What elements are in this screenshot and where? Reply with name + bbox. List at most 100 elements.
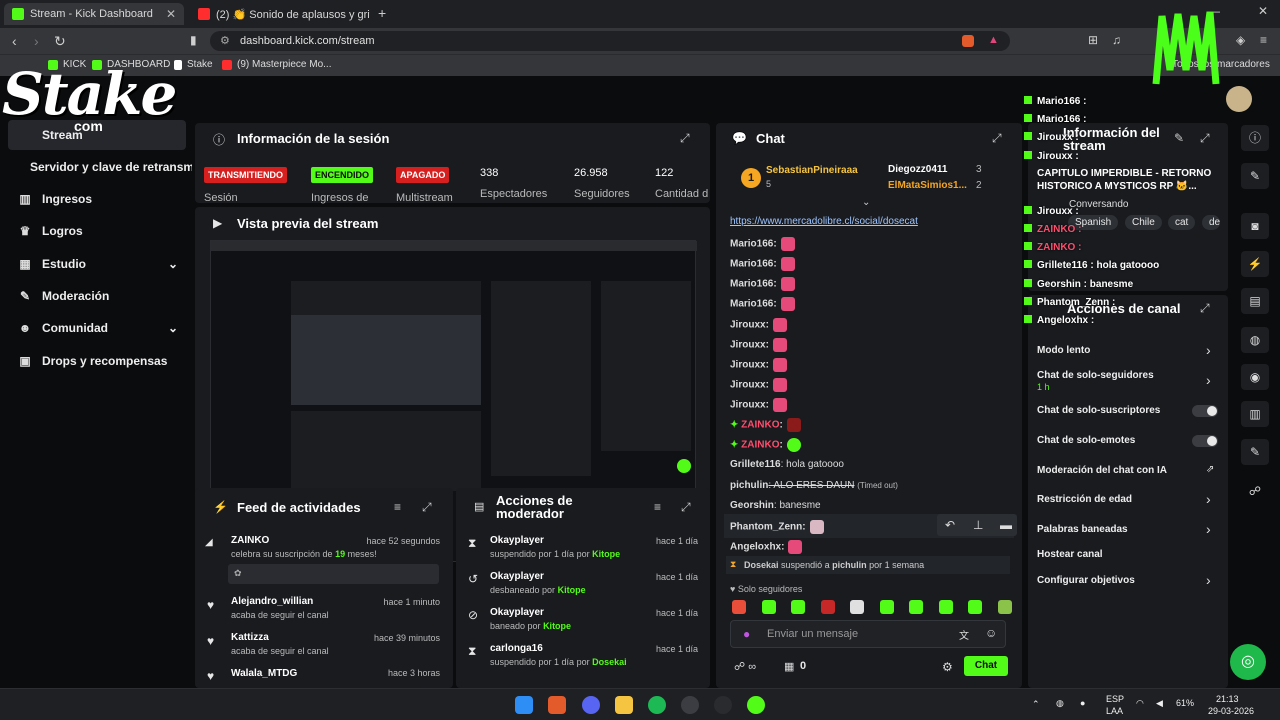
wrench-rail-icon[interactable]: ✎ — [1241, 439, 1269, 465]
wifi-icon[interactable]: ◠ — [1136, 698, 1144, 709]
chat-username[interactable]: ZAINKO — [741, 440, 779, 451]
chat-username[interactable]: Jirouxx — [730, 360, 766, 371]
close-window-button[interactable]: ✕ — [1258, 4, 1268, 18]
host-channel-option[interactable]: Hostear canal — [1037, 549, 1103, 560]
reply-icon[interactable]: ↶ — [945, 518, 955, 532]
community-icon[interactable]: ☍ ∞ — [734, 660, 756, 673]
chat-username[interactable]: Jirouxx — [730, 340, 766, 351]
mod-notice-target[interactable]: pichulin — [832, 560, 867, 570]
extensions-icon[interactable]: ⊞ — [1088, 33, 1098, 47]
chat-username[interactable]: Jirouxx — [730, 380, 766, 391]
tag-chip[interactable]: cat — [1168, 215, 1196, 230]
emoji-icon[interactable]: ☺ — [985, 626, 997, 640]
emote-icon[interactable] — [850, 600, 865, 614]
back-icon[interactable]: ‹ — [12, 33, 17, 49]
emote-icon[interactable] — [968, 600, 983, 614]
ai-moderation-option[interactable]: Moderación del chat con IA — [1037, 465, 1167, 476]
sidebar-item-estudio[interactable]: ▦ Estudio ⌄ — [18, 257, 178, 271]
set-goals-option[interactable]: Configurar objetivos — [1037, 575, 1135, 586]
expand-icon[interactable]: ⌄ — [862, 197, 870, 208]
chat-input[interactable]: ● Enviar un mensaje 文 ☺ — [730, 620, 1006, 648]
popout-icon[interactable]: ⤢ — [422, 500, 432, 515]
popout-icon[interactable]: ⤢ — [1200, 131, 1210, 146]
chat-username[interactable]: Mario166 — [730, 299, 773, 310]
chat-username[interactable]: pichulin — [730, 480, 768, 491]
mod-name[interactable]: Kitope — [592, 549, 620, 559]
sidebar-item-ingresos[interactable]: ▥ Ingresos — [18, 192, 92, 206]
sidebar-item-server-key[interactable]: Servidor y clave de retransmisión — [30, 160, 192, 174]
emote-icon[interactable] — [732, 600, 746, 614]
tab-youtube[interactable]: (2) 👏 Sonido de aplausos y grit ✕ — [190, 3, 370, 25]
vpn-icon[interactable]: ◈ — [1236, 33, 1245, 47]
mod-name[interactable]: Kitope — [558, 585, 586, 595]
brave-shield-icon[interactable] — [962, 35, 974, 47]
forward-icon[interactable]: › — [34, 33, 39, 49]
spotify-icon[interactable] — [648, 696, 666, 714]
microphone-tray-icon[interactable]: ● — [1080, 698, 1085, 708]
menu-icon[interactable]: ≡ — [1260, 33, 1267, 47]
send-chat-button[interactable]: Chat — [964, 656, 1008, 676]
sidebar-item-drops[interactable]: ▣ Drops y recompensas — [18, 354, 167, 368]
gifter-name[interactable]: ElMataSimios1... — [888, 180, 967, 191]
edit-rail-icon[interactable]: ✎ — [1241, 163, 1269, 189]
reload-icon[interactable]: ↻ — [54, 33, 66, 50]
translate-icon[interactable]: 文 — [959, 627, 969, 642]
popout-icon[interactable]: ⤢ — [681, 500, 691, 515]
mod-name[interactable]: Kitope — [543, 621, 571, 631]
age-restriction-option[interactable]: Restricción de edad — [1037, 494, 1132, 505]
emote-icon[interactable] — [791, 600, 806, 614]
filter-icon[interactable]: ≡ — [394, 500, 401, 514]
layout-rail-icon[interactable]: ▥ — [1241, 401, 1269, 427]
emote-icon[interactable] — [879, 600, 894, 614]
chevron-up-icon[interactable]: ⌃ — [1032, 699, 1040, 710]
sidebar-item-comunidad[interactable]: ☻ Comunidad ⌄ — [18, 321, 178, 335]
popout-icon[interactable]: ⤢ — [680, 131, 690, 146]
info-rail-icon[interactable]: ⓘ — [1241, 125, 1269, 151]
bookmark-icon[interactable]: ▮ — [190, 33, 197, 47]
obs-icon[interactable] — [714, 696, 732, 714]
emote-icon[interactable] — [761, 600, 776, 614]
tag-chip[interactable]: de — [1202, 215, 1220, 230]
chat-link[interactable]: https://www.mercadolibre.cl/social/dosec… — [730, 216, 918, 227]
windows-start-icon[interactable] — [515, 696, 533, 714]
followers-only-option[interactable]: Chat de solo-seguidores — [1037, 370, 1154, 381]
kick-app-icon[interactable] — [747, 696, 765, 714]
media-icon[interactable]: ♫ — [1112, 33, 1121, 47]
chat-username[interactable]: Mario166 — [730, 259, 773, 270]
popout-icon[interactable]: ⤢ — [1200, 301, 1210, 316]
chat-username[interactable]: Phantom_Zenn — [730, 522, 802, 533]
chat-username[interactable]: Mario166 — [730, 279, 773, 290]
sidebar-item-moderacion[interactable]: ✎ Moderación — [18, 289, 109, 303]
microphone-icon[interactable]: ● — [743, 627, 750, 641]
subscribers-only-option[interactable]: Chat de solo-suscriptores — [1037, 405, 1160, 416]
tray-app-icon[interactable]: ◍ — [1056, 698, 1064, 709]
chat-username[interactable]: ZAINKO — [741, 420, 779, 431]
camera-rail-icon[interactable]: ◙ — [1241, 213, 1269, 239]
chat-username[interactable]: Mario166 — [730, 239, 773, 250]
emotes-only-toggle[interactable] — [1192, 435, 1218, 447]
app-icon[interactable] — [681, 696, 699, 714]
emotes-only-option[interactable]: Chat de solo-emotes — [1037, 435, 1135, 446]
brave-browser-icon[interactable] — [548, 696, 566, 714]
tag-chip[interactable]: Chile — [1125, 215, 1162, 230]
discord-icon[interactable] — [582, 696, 600, 714]
settings-gear-icon[interactable]: ⚙ — [942, 660, 953, 674]
banned-words-option[interactable]: Palabras baneadas — [1037, 524, 1128, 535]
gifter-name[interactable]: Diegozz0411 — [888, 164, 947, 175]
community-rail-icon[interactable]: ☍ — [1241, 478, 1269, 504]
close-icon[interactable]: ✕ — [166, 7, 176, 21]
chat-username[interactable]: Angeloxhx — [730, 542, 781, 553]
volume-icon[interactable]: ◀ — [1156, 698, 1163, 709]
document-rail-icon[interactable]: ▤ — [1241, 288, 1269, 314]
avatar[interactable] — [1226, 86, 1252, 112]
store-icon[interactable]: ▦ — [784, 660, 794, 673]
pin-icon[interactable]: ⊥ — [973, 518, 983, 532]
url-field[interactable]: ⚙ dashboard.kick.com/stream — [210, 31, 1010, 51]
edit-icon[interactable]: ✎ — [1174, 131, 1184, 145]
language-indicator[interactable]: ESP — [1106, 694, 1124, 704]
tab-kick-dashboard[interactable]: Stream - Kick Dashboard ✕ — [4, 3, 184, 25]
brave-rewards-icon[interactable]: ▲ — [988, 34, 999, 46]
mod-name[interactable]: Dosekai — [592, 657, 627, 667]
mod-notice-mod[interactable]: Dosekai — [744, 560, 779, 570]
clock-time[interactable]: 21:13 — [1216, 694, 1239, 704]
